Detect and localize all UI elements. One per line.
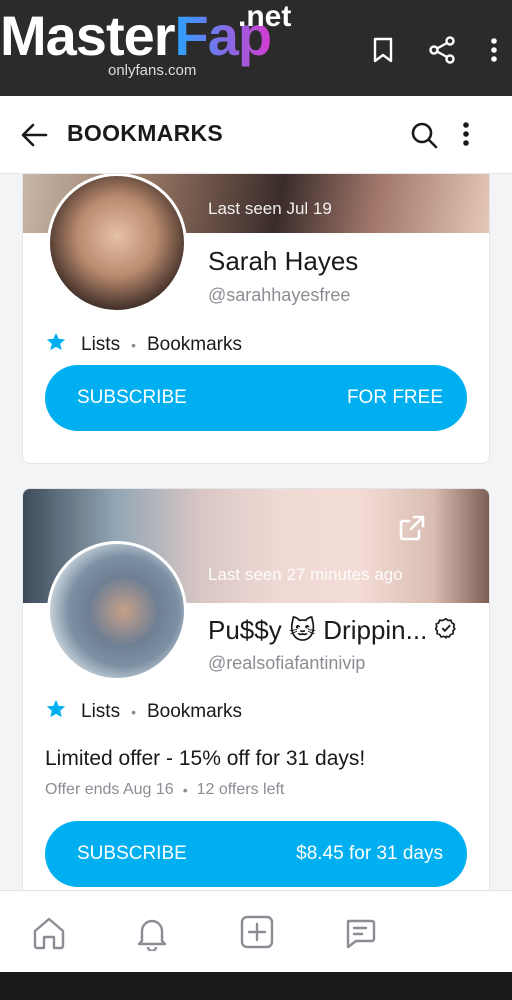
bookmarks-list[interactable]: Last seen Jul 19 Sarah Hayes @sarahhayes… bbox=[0, 174, 512, 890]
star-icon bbox=[45, 698, 67, 726]
watermark-text-master: Master bbox=[0, 4, 176, 67]
offer-title: Limited offer - 15% off for 31 days! bbox=[45, 747, 366, 770]
bottom-nav bbox=[0, 890, 512, 972]
separator-dot: • bbox=[131, 337, 136, 353]
bookmarks-link[interactable]: Bookmarks bbox=[147, 701, 242, 723]
lists-link[interactable]: Lists bbox=[81, 701, 120, 723]
creator-card[interactable]: Last seen Jul 19 Sarah Hayes @sarahhayes… bbox=[22, 174, 490, 464]
app-header: BOOKMARKS bbox=[0, 96, 512, 174]
subscribe-label: SUBSCRIBE bbox=[77, 843, 187, 864]
browser-actions bbox=[372, 36, 498, 64]
creator-name: Pu$$y 🐱 Drippin... bbox=[208, 615, 428, 645]
more-vertical-icon[interactable] bbox=[462, 121, 470, 152]
verified-badge-icon bbox=[434, 615, 457, 646]
avatar[interactable] bbox=[47, 174, 187, 313]
home-icon[interactable] bbox=[31, 915, 67, 956]
creator-handle[interactable]: @realsofiafantinivip bbox=[208, 653, 365, 674]
bell-icon[interactable] bbox=[134, 915, 170, 956]
watermark-suffix: .net bbox=[238, 0, 292, 33]
plus-square-icon[interactable] bbox=[240, 915, 274, 954]
arrow-left-icon[interactable] bbox=[20, 121, 48, 154]
star-icon bbox=[45, 331, 67, 359]
creator-handle[interactable]: @sarahhayesfree bbox=[208, 285, 350, 306]
bookmarks-link[interactable]: Bookmarks bbox=[147, 334, 242, 356]
separator-dot: • bbox=[182, 782, 188, 798]
lists-row: Lists • Bookmarks bbox=[45, 331, 242, 359]
last-seen-text: Last seen 27 minutes ago bbox=[208, 565, 403, 584]
bookmark-icon[interactable] bbox=[372, 37, 394, 63]
avatar[interactable] bbox=[47, 541, 187, 681]
chat-icon[interactable] bbox=[342, 915, 378, 956]
subscribe-button[interactable]: SUBSCRIBE $8.45 for 31 days bbox=[45, 821, 467, 887]
share-icon[interactable] bbox=[428, 36, 456, 64]
browser-bar: MasterFap .net onlyfans.com bbox=[0, 0, 512, 96]
creator-name-row[interactable]: Pu$$y 🐱 Drippin... bbox=[208, 615, 457, 646]
price-label: $8.45 for 31 days bbox=[296, 843, 443, 864]
page-title: BOOKMARKS bbox=[67, 120, 224, 146]
browser-url[interactable]: onlyfans.com bbox=[108, 62, 196, 79]
more-vertical-icon[interactable] bbox=[490, 37, 498, 63]
offers-left-text: 12 offers left bbox=[196, 781, 285, 798]
price-label: FOR FREE bbox=[346, 387, 443, 408]
creator-name[interactable]: Sarah Hayes bbox=[208, 246, 358, 277]
subscribe-label: SUBSCRIBE bbox=[77, 387, 187, 408]
lists-link[interactable]: Lists bbox=[81, 334, 120, 356]
share-icon[interactable] bbox=[397, 513, 427, 548]
subscribe-button[interactable]: SUBSCRIBE FOR FREE bbox=[45, 365, 467, 431]
separator-dot: • bbox=[131, 704, 136, 720]
last-seen-text: Last seen Jul 19 bbox=[208, 199, 332, 218]
lists-row: Lists • Bookmarks bbox=[45, 698, 242, 726]
search-icon[interactable] bbox=[410, 121, 438, 154]
system-nav-bar bbox=[0, 972, 512, 1000]
watermark-logo: MasterFap bbox=[0, 4, 272, 67]
offer-details: Offer ends Aug 16 • 12 offers left bbox=[45, 781, 284, 799]
creator-card[interactable]: Last seen 27 minutes ago Pu$$y 🐱 Drippin… bbox=[22, 488, 490, 890]
offer-ends-text: Offer ends Aug 16 bbox=[45, 781, 174, 798]
